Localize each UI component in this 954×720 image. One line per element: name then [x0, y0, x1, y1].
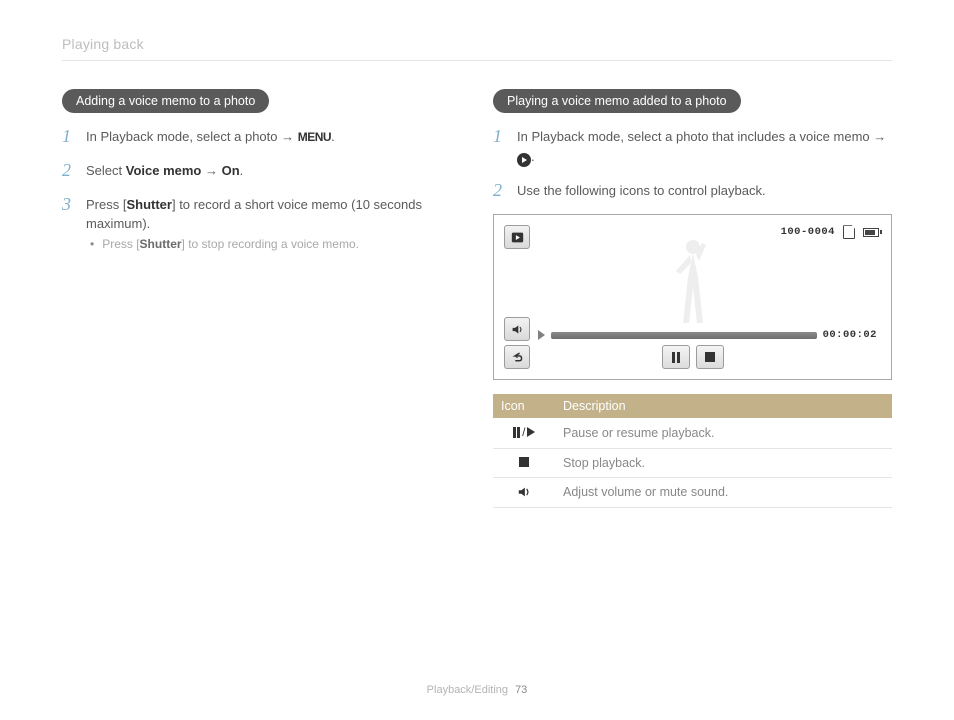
menu-icon: MENU: [298, 130, 331, 144]
step-3: 3 Press [Shutter] to record a short voic…: [62, 195, 461, 253]
text: ] to stop recording a voice memo.: [182, 237, 359, 251]
page-footer: Playback/Editing 73: [0, 684, 954, 696]
icon-description-table: Icon Description / Pause or resume playb…: [493, 394, 892, 508]
step-number: 1: [62, 127, 76, 147]
text: Press [: [102, 237, 139, 251]
step-2: 2 Select Voice memo → On.: [62, 161, 461, 181]
left-column: Adding a voice memo to a photo 1 In Play…: [62, 89, 461, 508]
stop-icon: [519, 457, 529, 467]
step-number: 2: [62, 161, 76, 181]
table-row: Adjust volume or mute sound.: [493, 477, 892, 507]
step-text: In Playback mode, select a photo that in…: [517, 127, 892, 167]
step-text: Select Voice memo → On.: [86, 161, 243, 181]
text: In Playback mode, select a photo that in…: [517, 129, 886, 144]
step-number: 1: [493, 127, 507, 167]
cell-icon: [493, 477, 555, 507]
lcd-top-right: 100-0004: [781, 225, 879, 239]
pause-button: [662, 345, 690, 369]
step-number: 3: [62, 195, 76, 253]
progress-bar: [551, 332, 817, 339]
step-text: Use the following icons to control playb…: [517, 181, 766, 201]
step-text: In Playback mode, select a photo → MENU.: [86, 127, 335, 147]
th-icon: Icon: [493, 394, 555, 418]
heading-pill-right: Playing a voice memo added to a photo: [493, 89, 741, 113]
lcd-inner: 100-0004: [502, 223, 883, 371]
divider: [62, 60, 892, 61]
volume-button: [504, 317, 530, 341]
stop-button: [696, 345, 724, 369]
text: Select: [86, 163, 126, 178]
file-number: 100-0004: [781, 226, 835, 238]
step-number: 2: [493, 181, 507, 201]
speaker-icon: [517, 486, 531, 500]
battery-icon: [863, 228, 879, 237]
progress-row: 00:00:02: [538, 329, 877, 341]
cell-desc: Pause or resume playback.: [555, 418, 892, 448]
text: Press [: [86, 197, 126, 212]
right-column: Playing a voice memo added to a photo 1 …: [493, 89, 892, 508]
cell-icon: [493, 448, 555, 477]
play-indicator-icon: [538, 330, 545, 340]
bold-text: On: [222, 163, 240, 178]
step-1: 1 In Playback mode, select a photo that …: [493, 127, 892, 167]
table-row: Stop playback.: [493, 448, 892, 477]
bullet-item: Press [Shutter] to stop recording a voic…: [90, 236, 461, 253]
cell-icon: /: [493, 418, 555, 448]
pause-play-icon: /: [513, 425, 536, 439]
step-text: Press [Shutter] to record a short voice …: [86, 195, 461, 253]
play-icon: [517, 153, 531, 167]
playback-mode-button: [504, 225, 530, 249]
control-row: [662, 345, 724, 369]
footer-section: Playback/Editing: [427, 684, 508, 696]
camera-lcd-screenshot: 100-0004: [493, 214, 892, 380]
th-desc: Description: [555, 394, 892, 418]
bold-text: Voice memo: [126, 163, 202, 178]
step-1: 1 In Playback mode, select a photo → MEN…: [62, 127, 461, 147]
cell-desc: Adjust volume or mute sound.: [555, 477, 892, 507]
bold-text: Shutter: [126, 197, 172, 212]
steps-left: 1 In Playback mode, select a photo → MEN…: [62, 127, 461, 253]
table-row: / Pause or resume playback.: [493, 418, 892, 448]
text: →: [201, 163, 221, 178]
page-number: 73: [515, 684, 527, 696]
bold-text: Shutter: [140, 237, 182, 251]
step-2: 2 Use the following icons to control pla…: [493, 181, 892, 201]
sub-bullets: Press [Shutter] to stop recording a voic…: [86, 236, 461, 253]
section-title: Playing back: [62, 36, 892, 52]
arrow-icon: →: [281, 129, 298, 144]
elapsed-time: 00:00:02: [823, 329, 877, 341]
two-column-layout: Adding a voice memo to a photo 1 In Play…: [62, 89, 892, 508]
back-button: [504, 345, 530, 369]
cell-desc: Stop playback.: [555, 448, 892, 477]
sd-card-icon: [843, 225, 855, 239]
text: In Playback mode, select a photo: [86, 129, 281, 144]
person-silhouette: [658, 235, 728, 331]
heading-pill-left: Adding a voice memo to a photo: [62, 89, 269, 113]
steps-right: 1 In Playback mode, select a photo that …: [493, 127, 892, 200]
